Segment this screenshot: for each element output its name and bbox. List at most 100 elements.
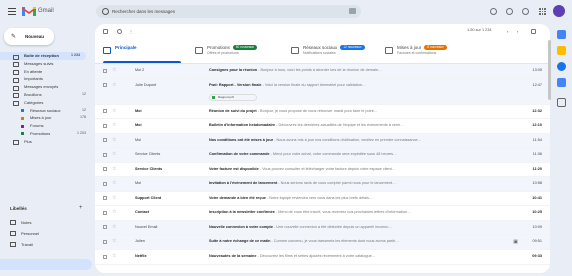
sidebar-item-categories[interactable]: Catégories (0, 99, 92, 107)
prev-page-icon[interactable]: ‹ (507, 29, 512, 34)
star-icon[interactable]: ☆ (112, 180, 116, 186)
row-checkbox[interactable] (103, 68, 107, 73)
label-icon (13, 101, 19, 107)
attachment-chip[interactable]: Rapport.pdf (209, 93, 257, 101)
star-icon[interactable]: ☆ (112, 209, 116, 215)
google-apps-icon[interactable] (539, 8, 546, 15)
main-menu-icon[interactable] (8, 8, 16, 15)
row-sender: Service Clients (135, 166, 163, 171)
contacts-icon[interactable] (557, 78, 566, 87)
search-bar[interactable]: Rechercher dans les messages (96, 5, 361, 18)
help-icon[interactable] (490, 8, 497, 15)
label-item[interactable]: Notes (10, 220, 31, 226)
top-bar: Gmail Rechercher dans les messages (0, 0, 572, 24)
tag-icon (195, 47, 203, 54)
sidebar-item-starred[interactable]: Messages suivis (0, 60, 92, 68)
sidebar-footer-item[interactable] (0, 259, 92, 270)
row-snippet: - Bonjour à tous, voici les points à abo… (257, 68, 382, 72)
row-date: 10:09 (532, 224, 542, 229)
tab-label: Principale (115, 45, 137, 50)
row-subject: Inscription à la newsletter confirmée (209, 210, 275, 215)
sidebar-item-forums[interactable]: Forums (0, 122, 92, 130)
row-checkbox[interactable] (103, 239, 107, 244)
compose-button[interactable]: ✎ Nouveau (4, 28, 54, 45)
add-addon-icon[interactable] (557, 98, 566, 107)
row-date: 10:41 (532, 195, 542, 200)
account-avatar[interactable] (553, 5, 565, 17)
settings-gear-icon[interactable] (506, 8, 513, 15)
row-checkbox[interactable] (103, 196, 107, 201)
star-icon[interactable]: ☆ (112, 224, 116, 230)
sidebar-item-social[interactable]: Réseaux sociaux 12 (0, 107, 92, 115)
row-checkbox[interactable] (103, 210, 107, 215)
star-icon[interactable]: ☆ (112, 195, 116, 201)
row-checkbox[interactable] (103, 167, 107, 172)
table-row[interactable]: ☆ Nouvel Email Nouvelle connexion à votre … (95, 220, 550, 236)
sidebar-item-label: Messages envoyés (24, 84, 59, 90)
row-checkbox[interactable] (103, 138, 107, 143)
sidebar-item-promotions[interactable]: Promotions 1 203 (0, 130, 92, 138)
category-count: 178 (80, 115, 86, 120)
table-row[interactable]: ☆ Netflix Nouveautés de la semaine - Décou… (95, 250, 550, 265)
tab-subtitle: Notifications sociales (303, 51, 336, 55)
scrollbar[interactable] (548, 40, 551, 100)
gmail-logo-icon[interactable] (22, 6, 36, 16)
keep-icon[interactable] (557, 46, 566, 55)
row-checkbox[interactable] (103, 181, 107, 186)
table-row[interactable]: ☆ Moi Bulletin d'information hebdomadaire … (95, 119, 550, 134)
draft-count: 12 (82, 91, 86, 96)
sidebar-item-sent[interactable]: Messages envoyés (0, 83, 92, 91)
sidebar-item-inbox[interactable]: Boîte de réception 1 234 (0, 52, 86, 60)
sidebar-item-label: Plus (24, 138, 32, 144)
star-icon[interactable]: ☆ (112, 67, 116, 73)
calendar-icon[interactable] (557, 30, 566, 39)
sidebar-item-snoozed[interactable]: En attente (0, 68, 92, 76)
input-tools-icon[interactable] (531, 29, 536, 34)
table-row[interactable]: ☆ Moi 2 Consignes pour la réunion - Bonjou… (95, 64, 550, 79)
star-icon[interactable]: ☆ (112, 137, 116, 143)
row-checkbox[interactable] (103, 152, 107, 157)
table-row[interactable]: ☆ Moi Réunion de suivi du projet - Bonjour… (95, 105, 550, 120)
table-row[interactable]: ☆ Support Client Votre demande a bien été … (95, 192, 550, 207)
row-checkbox[interactable] (103, 109, 107, 114)
tab-primary[interactable]: Principale (95, 39, 185, 63)
label-item[interactable]: Personnel (10, 231, 39, 237)
star-icon[interactable]: ☆ (112, 108, 116, 114)
table-row[interactable]: ☆ Moi Nos conditions ont été mises à jour … (95, 133, 550, 149)
row-checkbox[interactable] (103, 123, 107, 128)
star-icon[interactable]: ☆ (112, 82, 116, 88)
table-row[interactable]: ☆ Julie Dupont Fwd: Rapport - Version fina… (95, 78, 550, 105)
gemini-icon[interactable] (522, 8, 529, 15)
row-checkbox[interactable] (103, 83, 107, 88)
table-row[interactable]: ☆ Service Clients Votre facture est dispon… (95, 163, 550, 178)
refresh-icon[interactable] (117, 29, 122, 34)
search-options-icon[interactable] (349, 8, 356, 14)
sidebar-item-updates[interactable]: Mises à jour 178 (0, 114, 92, 122)
star-icon[interactable]: ☆ (112, 151, 116, 157)
table-row[interactable]: ☆ Service Clients Confirmation de votre co… (95, 148, 550, 163)
star-icon[interactable]: ☆ (112, 253, 116, 259)
table-row[interactable]: ☆ Contact Inscription à la newsletter conf… (95, 206, 550, 221)
sidebar-item-drafts[interactable]: Brouillons 12 (0, 91, 92, 99)
row-sender: Support Client (135, 195, 162, 200)
label-item[interactable]: Travail (10, 242, 33, 248)
tab-promotions[interactable]: Promotions 50 nouveaux Offres et promotion… (187, 39, 277, 63)
sidebar-item-important[interactable]: Importants (0, 75, 92, 83)
table-row[interactable]: ☆ Julien Suite à notre échange de ce matin… (95, 235, 550, 251)
sidebar-item-more[interactable]: Plus (0, 138, 92, 146)
table-row[interactable]: ☆ Moi Invitation à l'événement de lancemen… (95, 177, 550, 192)
next-page-icon[interactable]: › (517, 29, 522, 34)
tab-updates[interactable]: Mises à jour 8 nouveaux Factures et confir… (377, 39, 467, 63)
select-all-checkbox[interactable] (103, 29, 108, 34)
row-checkbox[interactable] (103, 225, 107, 230)
more-options-icon[interactable]: ⋮ (129, 29, 134, 34)
row-checkbox[interactable] (103, 254, 107, 259)
row-snippet: - Bonjour, je vous propose de nous retro… (256, 108, 378, 113)
add-label-icon[interactable]: + (79, 205, 83, 211)
star-icon[interactable]: ☆ (112, 166, 116, 172)
tasks-icon[interactable] (557, 62, 566, 71)
star-icon[interactable]: ☆ (112, 122, 116, 128)
search-icon[interactable] (102, 8, 109, 15)
star-icon[interactable]: ☆ (112, 238, 116, 244)
tab-social[interactable]: Réseaux sociaux 12 nouveaux Notifications … (283, 39, 373, 63)
